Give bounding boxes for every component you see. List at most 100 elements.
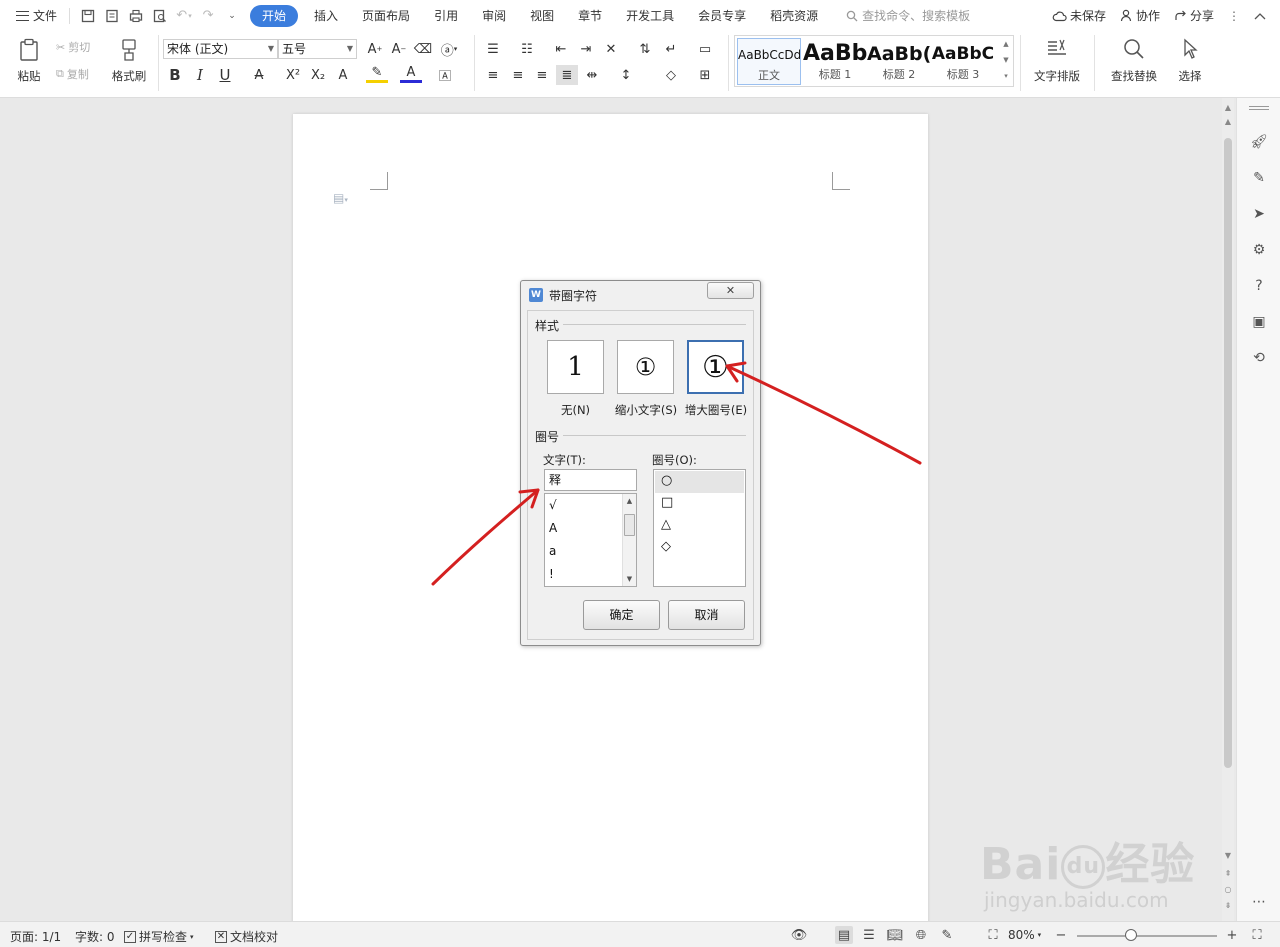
file-menu-button[interactable]: 文件 xyxy=(10,5,63,26)
style-heading-2[interactable]: AaBb( 标题 2 xyxy=(867,38,931,85)
numbered-list-icon[interactable]: ☷ xyxy=(516,39,538,59)
page-indicator[interactable]: 页面: 1/1 xyxy=(10,928,61,945)
distributed-align-icon[interactable]: ⇹ xyxy=(581,65,603,85)
strikethrough-icon[interactable]: A xyxy=(248,65,270,85)
enclosure-listbox[interactable]: ○ □ △ ◇ xyxy=(653,469,746,587)
scrollbar-thumb[interactable] xyxy=(624,514,635,536)
spell-check-button[interactable]: ✓ 拼写检查 ▾ xyxy=(124,928,194,945)
pointer-icon[interactable]: ➤ xyxy=(1247,202,1271,226)
next-page-icon[interactable]: ⇟ xyxy=(1222,900,1234,912)
write-mode-icon[interactable]: ✎ xyxy=(938,926,956,944)
scroll-up-icon[interactable]: ▲ xyxy=(623,494,636,508)
select-button[interactable]: 选择 xyxy=(1170,35,1210,87)
find-replace-button[interactable]: 查找替换 xyxy=(1104,35,1164,87)
enclosure-option-triangle[interactable]: △ xyxy=(655,515,744,537)
copy-button[interactable]: ⧉ 复制 xyxy=(56,66,89,82)
italic-button[interactable]: I xyxy=(189,65,211,85)
decrease-indent-icon[interactable]: ⇤ xyxy=(550,39,572,59)
style-option-none[interactable]: 1 xyxy=(547,340,604,394)
tab-developer[interactable]: 开发工具 xyxy=(614,5,686,27)
rocket-icon[interactable]: 🚀︎ xyxy=(1247,130,1271,154)
tab-docer-resources[interactable]: 稻壳资源 xyxy=(758,5,830,27)
line-spacing-icon[interactable]: ↕ xyxy=(615,65,637,85)
browse-object-icon[interactable]: ○ xyxy=(1222,884,1234,896)
zoom-out-icon[interactable]: − xyxy=(1052,926,1070,944)
tab-review[interactable]: 审阅 xyxy=(470,5,518,27)
clear-format-icon[interactable]: ⌫ xyxy=(412,39,434,59)
redo-icon[interactable]: ↷ xyxy=(196,4,220,28)
scroll-up-icon[interactable]: ▲ xyxy=(1222,102,1234,114)
tab-member[interactable]: 会员专享 xyxy=(686,5,758,27)
distribute-icon[interactable]: ▭ xyxy=(694,39,716,59)
align-center-icon[interactable]: ≡ xyxy=(507,65,529,85)
paragraph-menu-icon[interactable]: ▤▾ xyxy=(333,191,348,205)
prev-page-icon[interactable]: ⇞ xyxy=(1222,868,1234,880)
tab-page-layout[interactable]: 页面布局 xyxy=(350,5,422,27)
undo-icon[interactable]: ↶ ▾ xyxy=(172,4,196,28)
align-left-icon[interactable]: ≡ xyxy=(482,65,504,85)
increase-indent-icon[interactable]: ⇥ xyxy=(575,39,597,59)
backup-icon[interactable]: ⟲ xyxy=(1247,346,1271,370)
settings-sliders-icon[interactable]: ⚙ xyxy=(1247,238,1271,262)
cancel-button[interactable]: 取消 xyxy=(668,600,745,630)
font-name-select[interactable]: 宋体 (正文) ▼ xyxy=(163,39,278,59)
shading-icon[interactable]: ◇ xyxy=(660,65,682,85)
tab-view[interactable]: 视图 xyxy=(518,5,566,27)
collapse-ribbon-icon[interactable] xyxy=(1254,12,1266,20)
reading-view-icon[interactable]: 📖︎ xyxy=(886,926,904,944)
dialog-title-bar[interactable]: W 带圈字符 ✕ xyxy=(521,281,760,307)
export-pdf-icon[interactable] xyxy=(100,4,124,28)
fullscreen-icon[interactable]: ⛶ xyxy=(1248,926,1266,944)
sort-icon[interactable]: ⇅ xyxy=(634,39,656,59)
web-view-icon[interactable]: 🌐︎ xyxy=(912,926,930,944)
pen-icon[interactable]: ✎ xyxy=(1247,166,1271,190)
decrease-font-size-icon[interactable]: A − xyxy=(388,39,410,59)
list-item[interactable]: ! xyxy=(549,563,554,585)
cut-button[interactable]: ✂ 剪切 xyxy=(56,39,90,55)
tab-insert[interactable]: 插入 xyxy=(302,5,350,27)
unsaved-status[interactable]: 未保存 xyxy=(1052,7,1106,24)
bold-button[interactable]: B xyxy=(164,65,186,85)
style-heading-1[interactable]: AaBb 标题 1 xyxy=(803,38,867,85)
text-layout-button[interactable]: 文字排版 xyxy=(1026,35,1088,87)
enclosure-option-circle[interactable]: ○ xyxy=(655,471,744,493)
more-options-icon[interactable]: ⋮ xyxy=(1228,9,1240,23)
share-button[interactable]: 分享 xyxy=(1174,7,1214,24)
proofread-button[interactable]: ✕ 文档校对 xyxy=(215,928,278,945)
zoom-in-icon[interactable]: + xyxy=(1223,926,1241,944)
text-effect-icon[interactable]: A xyxy=(332,65,354,85)
gallery-scroll[interactable]: ▲ ▼ ▾ xyxy=(999,36,1013,86)
more-icon[interactable]: ⋯ xyxy=(1247,890,1271,914)
list-item[interactable]: √ xyxy=(549,494,557,516)
list-item[interactable]: a xyxy=(549,540,556,562)
highlight-icon[interactable]: ✎ xyxy=(366,65,388,83)
text-listbox[interactable]: √ A a ! ▲ ▼ xyxy=(544,493,637,587)
scroll-up-icon[interactable]: ▲ xyxy=(1222,116,1234,128)
zoom-slider-handle[interactable] xyxy=(1125,929,1137,941)
enclosure-option-square[interactable]: □ xyxy=(655,493,744,515)
style-option-shrink-text[interactable]: ① xyxy=(617,340,674,394)
style-normal[interactable]: AaBbCcDd 正文 xyxy=(737,38,801,85)
save-icon[interactable] xyxy=(76,4,100,28)
word-count[interactable]: 字数: 0 xyxy=(75,928,115,945)
customize-toolbar-icon[interactable]: ⌄ xyxy=(220,4,244,28)
command-search[interactable]: 查找命令、搜索模板 xyxy=(846,7,970,24)
justify-icon[interactable]: ≣ xyxy=(556,65,578,85)
zoom-level[interactable]: 80% ▾ xyxy=(1008,928,1041,942)
scroll-down-icon[interactable]: ▼ xyxy=(1222,850,1234,862)
listbox-scrollbar[interactable]: ▲ ▼ xyxy=(622,494,636,586)
panel-collapse-icon[interactable] xyxy=(1249,106,1269,110)
page-view-icon[interactable]: ▤ xyxy=(835,926,853,944)
scrollbar-thumb[interactable] xyxy=(1224,138,1232,768)
borders-icon[interactable]: ⊞ xyxy=(694,65,716,85)
text-input[interactable]: 释 xyxy=(544,469,637,491)
bullet-list-icon[interactable]: ☰ xyxy=(482,39,504,59)
close-button[interactable]: ✕ xyxy=(707,282,754,299)
tab-home[interactable]: 开始 xyxy=(250,4,299,27)
image-tools-icon[interactable]: ▣ xyxy=(1247,310,1271,334)
fit-page-icon[interactable]: ⛶ xyxy=(984,926,1002,944)
list-item[interactable]: A xyxy=(549,517,557,539)
font-color-icon[interactable]: A xyxy=(400,65,422,83)
scroll-down-icon[interactable]: ▼ xyxy=(623,572,636,586)
outline-view-icon[interactable]: ☰ xyxy=(860,926,878,944)
